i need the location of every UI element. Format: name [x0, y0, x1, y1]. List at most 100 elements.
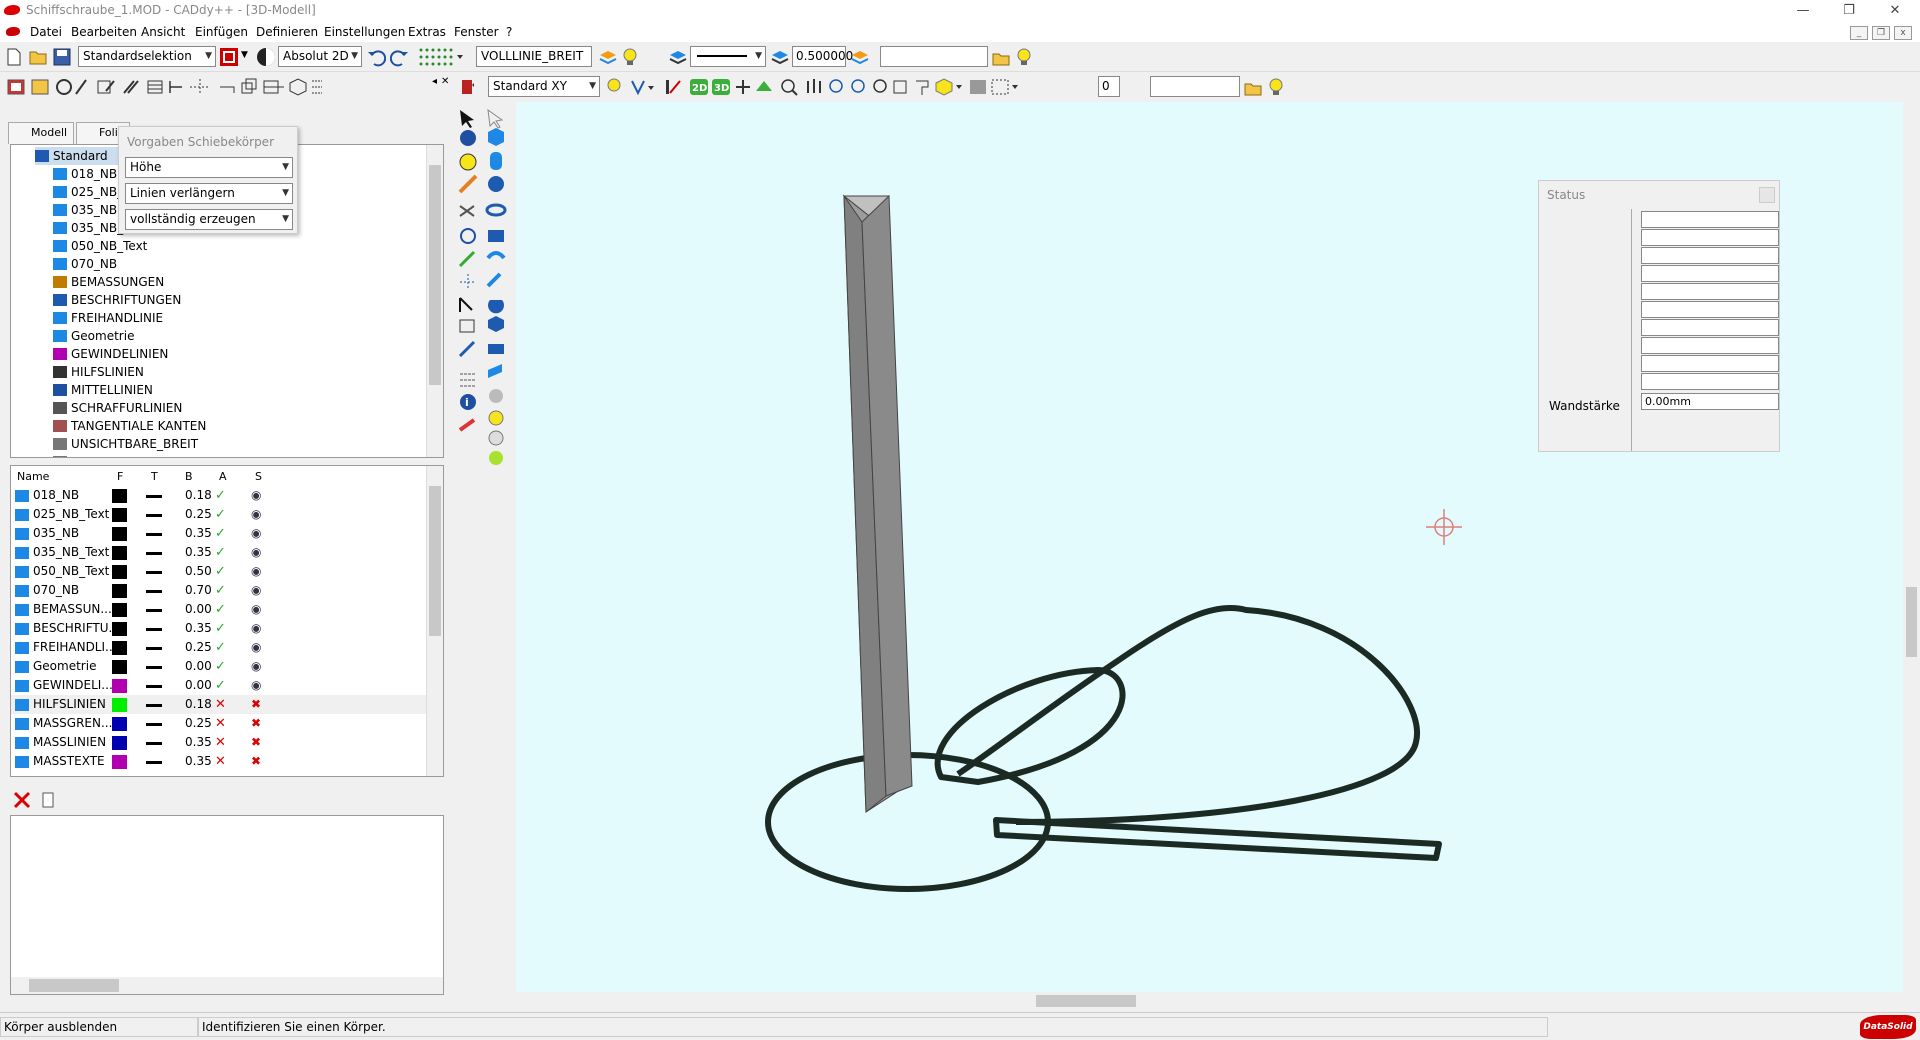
layer-linetype[interactable]: [146, 495, 162, 498]
status-field[interactable]: [1641, 265, 1779, 282]
layer-width[interactable]: 0.70: [185, 581, 212, 600]
layer-width[interactable]: 0.35: [185, 752, 212, 771]
eye-icon[interactable]: ◉: [251, 486, 261, 505]
layer-row[interactable]: 050_NB_Text 0.50 ✓ ◉: [11, 562, 426, 581]
cross-icon[interactable]: ✕: [215, 695, 226, 714]
status-field[interactable]: [1641, 247, 1779, 264]
layer-linetype[interactable]: [146, 609, 162, 612]
layer-scrollbar[interactable]: [426, 466, 443, 776]
eye-hidden-icon[interactable]: ✖: [251, 752, 261, 771]
layer-color-swatch[interactable]: [112, 755, 127, 769]
menu-extras[interactable]: Extras: [408, 25, 446, 39]
view-tools-icon[interactable]: 2D 3D: [604, 77, 1044, 97]
layer-row[interactable]: 018_NB 0.18 ✓ ◉: [11, 486, 426, 505]
layer-width[interactable]: 0.18: [185, 695, 212, 714]
undo-icon[interactable]: [366, 47, 386, 67]
status-close-icon[interactable]: [1759, 187, 1775, 203]
layer-row[interactable]: FREIHANDLI... 0.25 ✓ ◉: [11, 638, 426, 657]
generate-select[interactable]: vollständig erzeugen ▼: [125, 209, 293, 230]
status-field[interactable]: [1641, 283, 1779, 300]
status-field[interactable]: [1641, 229, 1779, 246]
layer-color-swatch[interactable]: [112, 698, 127, 712]
layer-color-swatch[interactable]: [112, 717, 127, 731]
spin-input[interactable]: 0: [1098, 76, 1120, 97]
redo-icon[interactable]: [390, 47, 410, 67]
app-menu-icon[interactable]: [6, 27, 20, 36]
layer-width[interactable]: 0.35: [185, 619, 212, 638]
layer-color-swatch[interactable]: [112, 584, 127, 598]
check-icon[interactable]: ✓: [215, 524, 226, 543]
col-active[interactable]: A: [219, 470, 227, 483]
layer-width[interactable]: 0.35: [185, 543, 212, 562]
view-select[interactable]: Standard XY ▼: [488, 76, 600, 97]
layer-color-swatch[interactable]: [112, 679, 127, 693]
search-input-1[interactable]: [880, 46, 988, 67]
layer-linetype[interactable]: [146, 666, 162, 669]
check-icon[interactable]: ✓: [215, 676, 226, 695]
selection-filter-icon[interactable]: [219, 47, 239, 67]
layer-color-swatch[interactable]: [112, 641, 127, 655]
layer-linetype[interactable]: [146, 628, 162, 631]
selection-filter-arrow-icon[interactable]: ▼: [241, 50, 248, 60]
layer-row[interactable]: MASSGREN... 0.25 ✕ ✖: [11, 714, 426, 733]
panel-tools-icon[interactable]: [6, 77, 326, 97]
layer-color-swatch[interactable]: [112, 527, 127, 541]
wall-thickness-input[interactable]: 0.00mm: [1641, 393, 1779, 410]
panel-pin-icon[interactable]: ◂: [432, 76, 437, 87]
close-icon[interactable]: ✕: [1872, 0, 1918, 22]
folder-light-icon[interactable]: [992, 47, 1012, 67]
bulb-icon-2[interactable]: [1266, 77, 1286, 97]
layer-linetype[interactable]: [146, 552, 162, 555]
layer-color-swatch[interactable]: [112, 622, 127, 636]
shaft-prism[interactable]: [842, 194, 913, 814]
status-field[interactable]: [1641, 373, 1779, 390]
check-icon[interactable]: ✓: [215, 562, 226, 581]
minimize-icon[interactable]: —: [1780, 0, 1826, 22]
layer-row[interactable]: MASSLINIEN 0.35 ✕ ✖: [11, 733, 426, 752]
check-icon[interactable]: ✓: [215, 581, 226, 600]
open-folder-icon[interactable]: [28, 47, 48, 67]
menu-ansicht[interactable]: Ansicht: [141, 25, 185, 39]
check-icon[interactable]: ✓: [215, 486, 226, 505]
layer-width[interactable]: 0.00: [185, 600, 212, 619]
check-icon[interactable]: ✓: [215, 543, 226, 562]
menu-help[interactable]: ?: [506, 25, 512, 39]
layer-linetype[interactable]: [146, 742, 162, 745]
layer-color-swatch[interactable]: [112, 489, 127, 503]
selection-mode-select[interactable]: Standardselektion ▼: [78, 46, 216, 67]
notes-scrollbar[interactable]: [11, 977, 443, 994]
panel-close-icon[interactable]: ✕: [441, 76, 449, 87]
eye-icon[interactable]: ◉: [251, 676, 261, 695]
new-file-icon[interactable]: [4, 47, 24, 67]
layer-color-swatch[interactable]: [112, 565, 127, 579]
layer-row[interactable]: HILFSLINIEN 0.18 ✕ ✖: [11, 695, 426, 714]
mdi-restore-icon[interactable]: ❐: [1872, 26, 1890, 40]
save-icon[interactable]: [52, 47, 72, 67]
layer-linetype[interactable]: [146, 590, 162, 593]
layer-stack-icon[interactable]: [598, 47, 618, 67]
layer-row[interactable]: Geometrie 0.00 ✓ ◉: [11, 657, 426, 676]
col-width[interactable]: B: [185, 470, 193, 483]
layer-width[interactable]: 0.00: [185, 676, 212, 695]
layer-linetype[interactable]: [146, 761, 162, 764]
col-visible[interactable]: S: [255, 470, 262, 483]
menu-datei[interactable]: Datei: [30, 25, 62, 39]
layer-settings-icon[interactable]: [850, 47, 870, 67]
layer-linetype[interactable]: [146, 704, 162, 707]
layer-width[interactable]: 0.35: [185, 524, 212, 543]
layer-row[interactable]: BESCHRIFTU... 0.35 ✓ ◉: [11, 619, 426, 638]
layer-row[interactable]: 035_NB_Text 0.35 ✓ ◉: [11, 543, 426, 562]
status-field[interactable]: [1641, 355, 1779, 372]
layer-row[interactable]: MASSTEXTE 0.35 ✕ ✖: [11, 752, 426, 771]
eye-hidden-icon[interactable]: ✖: [251, 714, 261, 733]
eye-icon[interactable]: ◉: [251, 562, 261, 581]
col-color[interactable]: F: [117, 470, 123, 483]
layer-width[interactable]: 0.00: [185, 657, 212, 676]
layer-width[interactable]: 0.25: [185, 505, 212, 524]
status-field[interactable]: [1641, 337, 1779, 354]
col-type[interactable]: T: [151, 470, 158, 483]
layer-linetype[interactable]: [146, 723, 162, 726]
check-icon[interactable]: ✓: [215, 619, 226, 638]
menu-einfuegen[interactable]: Einfügen: [195, 25, 248, 39]
layer-width[interactable]: 0.35: [185, 733, 212, 752]
